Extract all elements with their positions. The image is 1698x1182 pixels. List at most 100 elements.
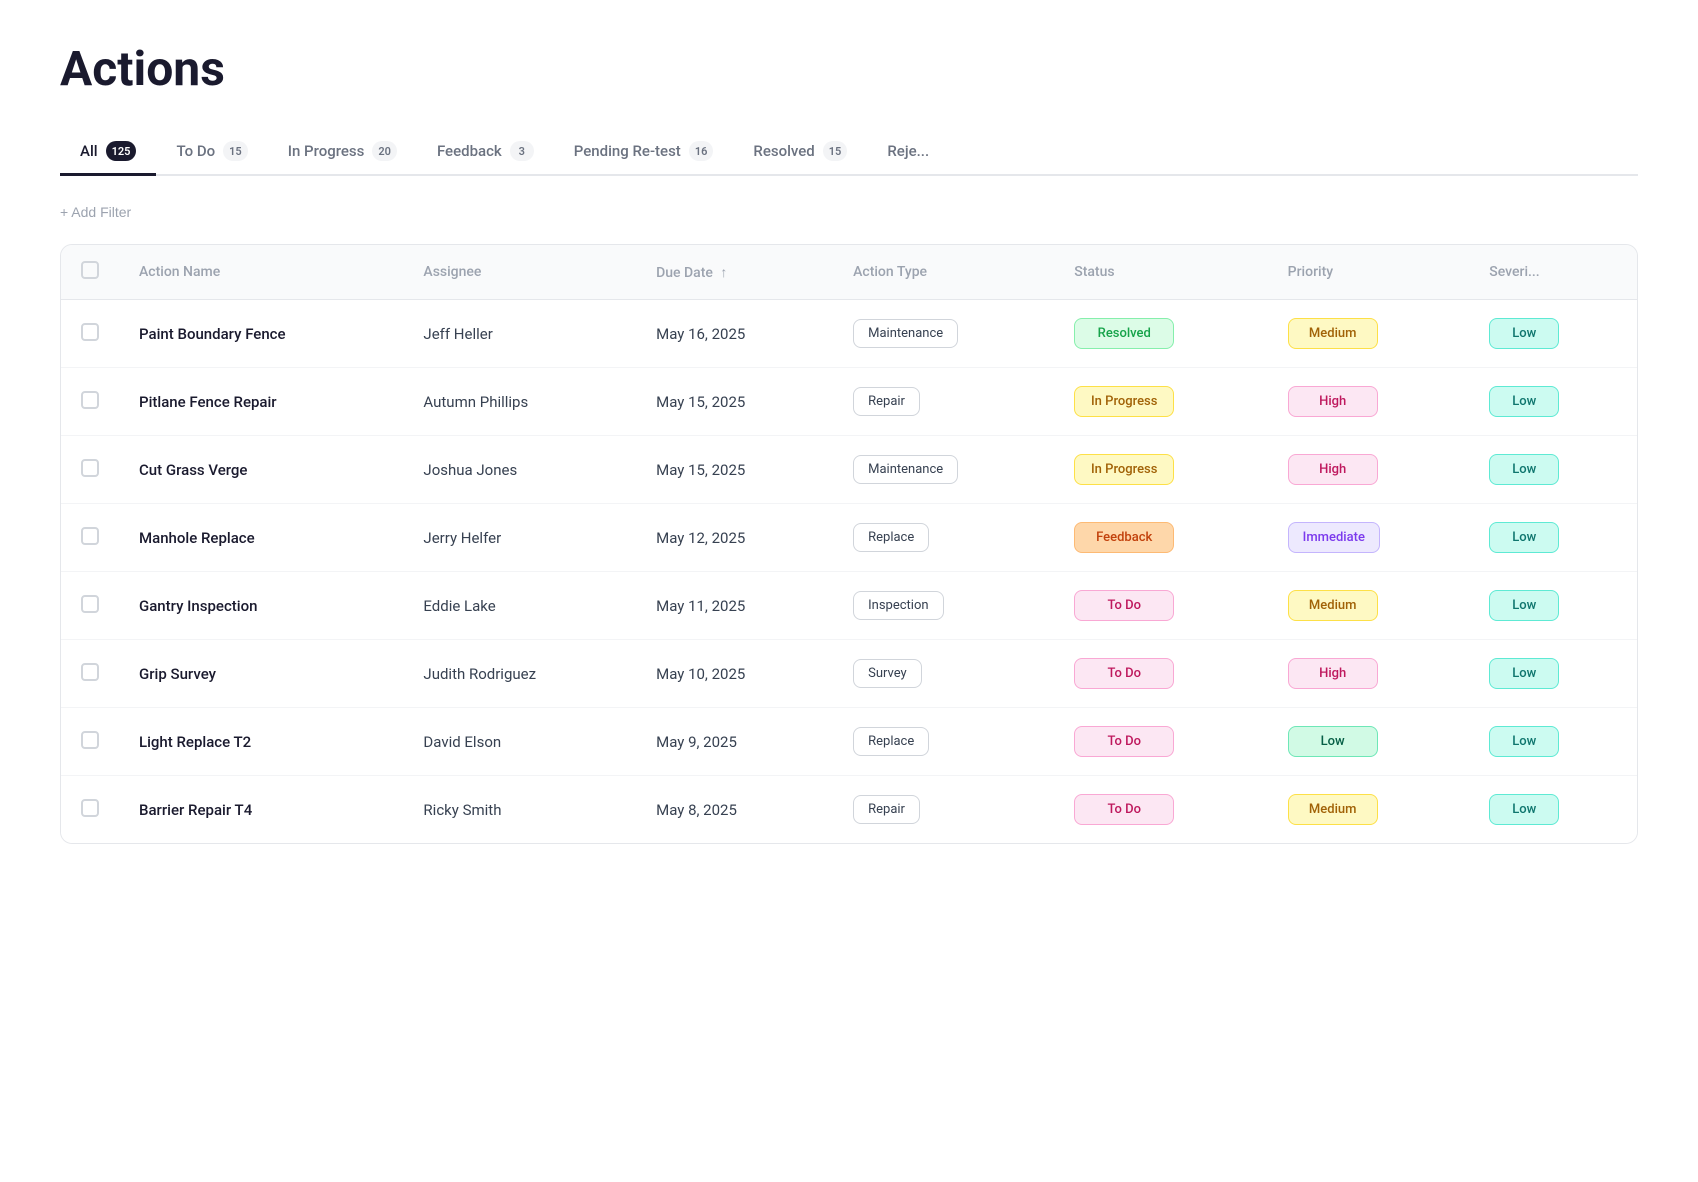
sort-icon: ↑ — [717, 265, 727, 281]
severity-badge[interactable]: Low — [1489, 386, 1559, 417]
action-type-badge[interactable]: Repair — [853, 795, 920, 824]
row-checkbox-cell — [61, 572, 119, 640]
action-type-badge[interactable]: Replace — [853, 523, 929, 552]
severity-badge[interactable]: Low — [1489, 318, 1559, 349]
severity-badge[interactable]: Low — [1489, 590, 1559, 621]
action-type-badge[interactable]: Repair — [853, 387, 920, 416]
action-type-cell: Replace — [833, 708, 1054, 776]
priority-cell: Medium — [1268, 776, 1470, 844]
assignee-cell: Jerry Helfer — [403, 504, 636, 572]
col-header-action-name: Action Name — [119, 245, 403, 300]
action-name-text[interactable]: Pitlane Fence Repair — [139, 393, 277, 411]
action-name-text[interactable]: Paint Boundary Fence — [139, 325, 286, 343]
row-checkbox[interactable] — [81, 527, 99, 545]
assignee-cell: Autumn Phillips — [403, 368, 636, 436]
col-header-priority: Priority — [1268, 245, 1470, 300]
action-name-text[interactable]: Grip Survey — [139, 665, 216, 683]
row-checkbox-cell — [61, 300, 119, 368]
row-checkbox[interactable] — [81, 323, 99, 341]
table-wrapper: Action NameAssigneeDue Date ↑Action Type… — [60, 244, 1638, 844]
due-date-cell: May 10, 2025 — [636, 640, 833, 708]
action-name-cell: Light Replace T2 — [119, 708, 403, 776]
action-name-cell: Barrier Repair T4 — [119, 776, 403, 844]
assignee-cell: Judith Rodriguez — [403, 640, 636, 708]
status-badge[interactable]: In Progress — [1074, 454, 1174, 485]
row-checkbox[interactable] — [81, 459, 99, 477]
priority-badge[interactable]: Medium — [1288, 318, 1378, 349]
severity-badge[interactable]: Low — [1489, 454, 1559, 485]
tab-label: Resolved — [753, 142, 814, 160]
tab-resolved[interactable]: Resolved15 — [733, 129, 867, 176]
status-badge[interactable]: To Do — [1074, 726, 1174, 757]
col-header-status: Status — [1054, 245, 1267, 300]
priority-badge[interactable]: Immediate — [1288, 522, 1380, 553]
priority-badge[interactable]: High — [1288, 658, 1378, 689]
status-badge[interactable]: Feedback — [1074, 522, 1174, 553]
priority-badge[interactable]: Medium — [1288, 794, 1378, 825]
priority-cell: High — [1268, 640, 1470, 708]
tab-all[interactable]: All125 — [60, 129, 156, 176]
severity-badge[interactable]: Low — [1489, 794, 1559, 825]
tab-todo[interactable]: To Do15 — [156, 129, 267, 176]
row-checkbox-cell — [61, 640, 119, 708]
action-type-badge[interactable]: Maintenance — [853, 319, 958, 348]
header-checkbox[interactable] — [81, 261, 99, 279]
table-row: Cut Grass VergeJoshua JonesMay 15, 2025M… — [61, 436, 1637, 504]
due-date-cell: May 12, 2025 — [636, 504, 833, 572]
tab-label: In Progress — [288, 142, 365, 160]
row-checkbox[interactable] — [81, 731, 99, 749]
due-date-cell: May 16, 2025 — [636, 300, 833, 368]
tab-label: Reje... — [887, 142, 929, 160]
action-name-text[interactable]: Barrier Repair T4 — [139, 801, 252, 819]
action-type-badge[interactable]: Inspection — [853, 591, 943, 620]
severity-badge[interactable]: Low — [1489, 726, 1559, 757]
severity-badge[interactable]: Low — [1489, 658, 1559, 689]
priority-badge[interactable]: Low — [1288, 726, 1378, 757]
action-name-text[interactable]: Cut Grass Verge — [139, 461, 247, 479]
priority-cell: Medium — [1268, 572, 1470, 640]
action-type-cell: Survey — [833, 640, 1054, 708]
table-row: Grip Survey Judith RodriguezMay 10, 2025 S… — [61, 640, 1637, 708]
priority-badge[interactable]: High — [1288, 454, 1378, 485]
action-name-cell: Manhole Replace — [119, 504, 403, 572]
status-badge[interactable]: Resolved — [1074, 318, 1174, 349]
row-checkbox[interactable] — [81, 391, 99, 409]
status-badge[interactable]: To Do — [1074, 658, 1174, 689]
due-date-cell: May 11, 2025 — [636, 572, 833, 640]
action-name-text[interactable]: Gantry Inspection — [139, 597, 257, 615]
priority-badge[interactable]: Medium — [1288, 590, 1378, 621]
tab-label: Pending Re-test — [574, 142, 681, 160]
table-row: Paint Boundary Fence Jeff HellerMay 16, 2… — [61, 300, 1637, 368]
tab-pending-retest[interactable]: Pending Re-test16 — [554, 129, 734, 176]
severity-badge[interactable]: Low — [1489, 522, 1559, 553]
status-badge[interactable]: To Do — [1074, 794, 1174, 825]
row-checkbox[interactable] — [81, 799, 99, 817]
action-type-cell: Inspection — [833, 572, 1054, 640]
row-checkbox-cell — [61, 436, 119, 504]
action-name-text[interactable]: Manhole Replace — [139, 529, 255, 547]
add-filter-button[interactable]: + Add Filter — [60, 200, 131, 224]
status-badge[interactable]: To Do — [1074, 590, 1174, 621]
action-type-badge[interactable]: Maintenance — [853, 455, 958, 484]
row-checkbox[interactable] — [81, 663, 99, 681]
status-badge[interactable]: In Progress — [1074, 386, 1174, 417]
col-header-due-date[interactable]: Due Date ↑ — [636, 245, 833, 300]
tabs-container: All125To Do15In Progress20Feedback3Pendi… — [60, 129, 1638, 176]
tab-feedback[interactable]: Feedback3 — [417, 129, 554, 176]
action-type-cell: Repair — [833, 776, 1054, 844]
status-cell: To Do — [1054, 708, 1267, 776]
action-type-badge[interactable]: Replace — [853, 727, 929, 756]
severity-cell: Low — [1469, 776, 1637, 844]
due-date-cell: May 8, 2025 — [636, 776, 833, 844]
action-name-text[interactable]: Light Replace T2 — [139, 733, 251, 751]
priority-badge[interactable]: High — [1288, 386, 1378, 417]
tab-in-progress[interactable]: In Progress 20 — [268, 129, 417, 176]
tab-rejected[interactable]: Reje... — [867, 130, 949, 175]
assignee-cell: Jeff Heller — [403, 300, 636, 368]
page-container: Actions All125To Do15In Progress20Feedba… — [0, 0, 1698, 884]
assignee-cell: Joshua Jones — [403, 436, 636, 504]
action-type-badge[interactable]: Survey — [853, 659, 922, 688]
severity-cell: Low — [1469, 436, 1637, 504]
row-checkbox[interactable] — [81, 595, 99, 613]
tab-badge: 20 — [372, 141, 397, 161]
